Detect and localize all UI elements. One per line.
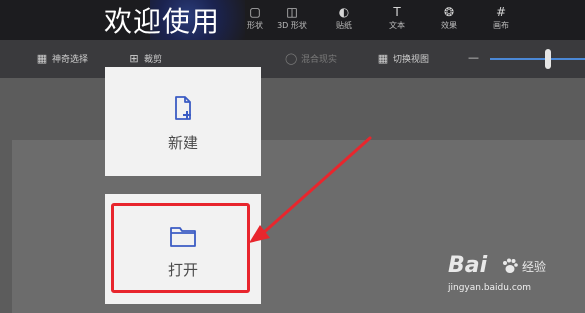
magic-select-button[interactable]: ▦ 神奇选择 xyxy=(36,50,88,68)
watermark-suffix: 经验 xyxy=(522,260,547,274)
sticker-icon: ◐ xyxy=(338,5,350,19)
tool-effects[interactable]: ❂ 效果 xyxy=(426,4,472,32)
highlight-box xyxy=(111,203,250,293)
welcome-title: 欢迎使用 xyxy=(104,5,221,38)
tool-stickers[interactable]: ◐ 贴纸 xyxy=(321,4,367,32)
watermark-url: jingyan.baidu.com xyxy=(448,283,532,293)
switch-view-button[interactable]: ▦ 切换视图 xyxy=(377,50,429,68)
crop-icon: ⊞ xyxy=(129,52,139,65)
magic-select-icon: ▦ xyxy=(36,52,48,65)
watermark-logo: Bai xyxy=(448,253,488,278)
paint3d-window: ▢ 形状 ◫ 3D 形状 ◐ 贴纸 T 文本 ❂ 效果 # 画布 ▦ 神奇选择 ⊞… xyxy=(0,0,585,313)
new-card-label: 新建 xyxy=(167,134,198,152)
canvas-icon: # xyxy=(495,5,507,19)
zoom-out-icon[interactable]: — xyxy=(468,52,479,64)
text-icon: T xyxy=(393,5,401,19)
tool-text[interactable]: T 文本 xyxy=(374,4,420,32)
zoom-slider-track[interactable] xyxy=(490,58,585,60)
mixed-reality-icon: ◯ xyxy=(285,52,298,65)
crop-button[interactable]: ⊞ 裁剪 xyxy=(128,50,162,68)
tool-canvas[interactable]: # 画布 xyxy=(478,4,524,32)
grid-view-icon: ▦ xyxy=(377,52,389,65)
cube-icon: ◫ xyxy=(286,5,298,19)
top-toolbar: ▢ 形状 ◫ 3D 形状 ◐ 贴纸 T 文本 ❂ 效果 # 画布 xyxy=(0,0,585,40)
tool-3d-shapes[interactable]: ◫ 3D 形状 xyxy=(269,4,315,32)
paw-icon xyxy=(503,258,518,273)
effects-icon: ❂ xyxy=(443,5,455,19)
new-project-card[interactable]: 新建 xyxy=(105,67,261,176)
baidu-watermark: Bai 经验 jingyan.baidu.com xyxy=(442,252,582,302)
mixed-reality-button[interactable]: ◯ 混合现实 xyxy=(285,50,337,68)
zoom-slider-thumb[interactable] xyxy=(545,49,551,69)
new-file-icon xyxy=(175,96,191,120)
